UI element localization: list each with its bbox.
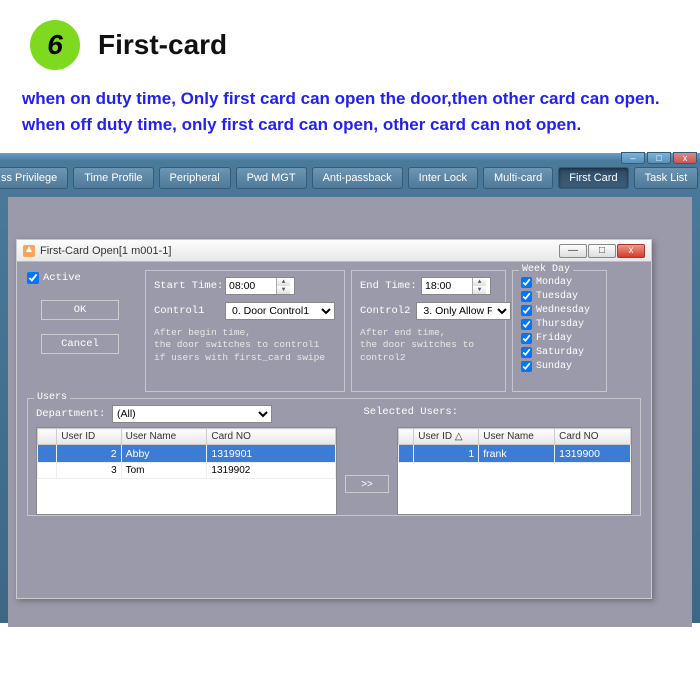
end-time-input[interactable]: ▲▼ [421,277,491,295]
col-header[interactable]: User Name [479,429,555,445]
move-right-button[interactable]: >> [345,475,389,493]
col-header[interactable] [399,429,414,445]
col-header[interactable]: Card NO [207,429,336,445]
control2-select[interactable]: 3. Only Allow Fi: [416,302,511,320]
tab-task-list[interactable]: Task List [634,167,699,189]
col-header[interactable]: User Name [121,429,207,445]
weekday-tuesday[interactable]: Tuesday [521,291,598,302]
end-group: End Time: ▲▼ Control2 3. Only Allow Fi: … [351,270,506,392]
weekday-group: Week Day MondayTuesdayWednesdayThursdayF… [512,270,607,392]
active-label: Active [43,272,81,284]
control1-select[interactable]: 0. Door Control1 [225,302,335,320]
app-window: – □ x ss PrivilegeTime Profile Peripheral… [0,153,700,623]
col-header[interactable] [38,429,57,445]
weekday-friday[interactable]: Friday [521,333,598,344]
first-card-dialog: First-Card Open[1 m001-1] — □ x Active O… [16,239,652,599]
weekday-wednesday[interactable]: Wednesday [521,305,598,316]
tab-multi-card[interactable]: Multi-card [483,167,553,189]
dialog-min-button[interactable]: — [559,244,587,258]
desc-line-2: when off duty time, only first card can … [22,112,680,138]
group1-note: After begin time,the door switches to co… [154,327,336,364]
dialog-title-text: First-Card Open[1 m001-1] [40,245,171,257]
end-time-label: End Time: [360,280,415,292]
spin-up-icon[interactable]: ▲ [472,278,486,286]
col-header[interactable]: Card NO [555,429,631,445]
weekday-saturday[interactable]: Saturday [521,347,598,358]
weekday-thursday[interactable]: Thursday [521,319,598,330]
close-button[interactable]: x [673,152,697,164]
tab-inter-lock[interactable]: Inter Lock [408,167,478,189]
table-row[interactable]: 3Tom1319902 [38,463,336,479]
weekday-legend: Week Day [519,264,573,275]
col-header[interactable]: User ID △ [414,429,479,445]
start-time-input[interactable]: ▲▼ [225,277,295,295]
weekday-sunday[interactable]: Sunday [521,361,598,372]
col-header[interactable]: User ID [57,429,121,445]
control1-label: Control1 [154,305,219,317]
tab-first-card[interactable]: First Card [558,167,628,189]
ok-button[interactable]: OK [41,300,119,320]
outer-titlebar: – □ x [0,153,700,161]
department-label: Department: [36,408,106,420]
dialog-titlebar[interactable]: First-Card Open[1 m001-1] — □ x [17,240,651,262]
spin-down-icon[interactable]: ▼ [276,286,290,294]
step-badge: 6 [30,20,80,70]
start-time-label: Start Time: [154,280,219,292]
weekday-monday[interactable]: Monday [521,277,598,288]
tab-anti-passback[interactable]: Anti-passback [312,167,403,189]
tab-peripheral[interactable]: Peripheral [159,167,231,189]
tab-ss-privilege[interactable]: ss Privilege [0,167,68,189]
selected-users-table[interactable]: User ID △User NameCard NO1frank1319900 [397,427,632,515]
dialog-close-button[interactable]: x [617,244,645,258]
spin-down-icon[interactable]: ▼ [472,286,486,294]
dialog-icon [23,245,35,257]
cancel-button[interactable]: Cancel [41,334,119,354]
table-row[interactable]: 1frank1319900 [399,445,631,463]
max-button[interactable]: □ [647,152,671,164]
spin-up-icon[interactable]: ▲ [276,278,290,286]
workspace: First-Card Open[1 m001-1] — □ x Active O… [8,197,692,627]
tab-pwd-mgt[interactable]: Pwd MGT [236,167,307,189]
department-select[interactable]: (All) [112,405,272,423]
group2-note: After end time,the door switches to cont… [360,327,497,364]
dialog-max-button[interactable]: □ [588,244,616,258]
available-users-table[interactable]: User IDUser NameCard NO2Abby13199013Tom1… [36,427,337,515]
users-group: Users Department: (All) Selected Users: … [27,398,641,516]
control2-label: Control2 [360,305,410,317]
users-legend: Users [34,392,70,403]
active-checkbox[interactable]: Active [27,272,139,284]
tab-time-profile[interactable]: Time Profile [73,167,153,189]
selected-users-label: Selected Users: [363,406,458,418]
start-group: Start Time: ▲▼ Control1 0. Door Control1… [145,270,345,392]
min-button[interactable]: – [621,152,645,164]
desc-line-1: when on duty time, Only first card can o… [22,86,680,112]
table-row[interactable]: 2Abby1319901 [38,445,336,463]
page-title: First-card [98,29,227,61]
